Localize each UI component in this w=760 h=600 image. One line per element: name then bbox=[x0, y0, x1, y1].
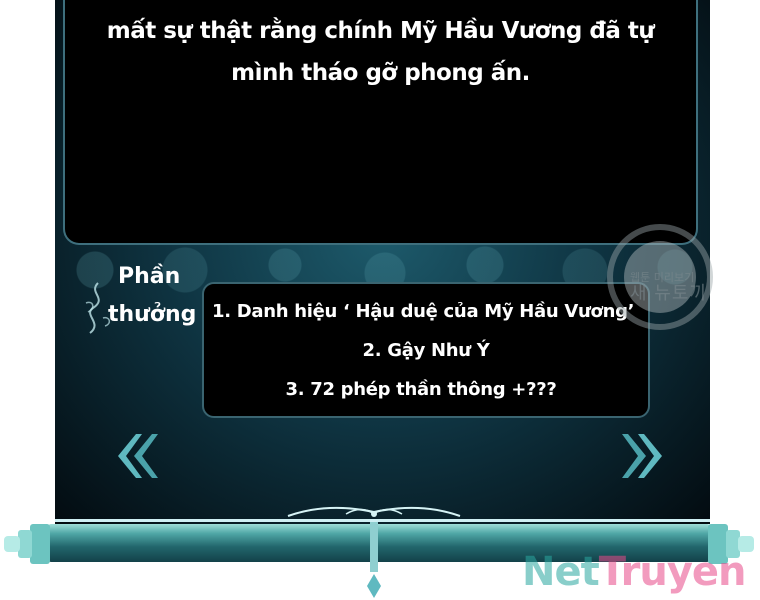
reward-title-line-2: thưởng bbox=[108, 302, 197, 327]
message-text: mất sự thật rằng chính Mỹ Hầu Vương đã t… bbox=[65, 10, 696, 94]
reward-box: 1. Danh hiệu ‘ Hậu duệ của Mỹ Hầu Vương’… bbox=[202, 282, 650, 418]
message-box: mất sự thật rằng chính Mỹ Hầu Vương đã t… bbox=[63, 0, 698, 245]
watermark-line-2: 새 뉴토끼 bbox=[630, 283, 707, 304]
reward-item-staff: 2. Gậy Như Ý bbox=[362, 340, 490, 361]
brand-part-1: Net bbox=[522, 549, 600, 595]
reward-title-line-1: Phần bbox=[118, 264, 181, 289]
double-chevron-left-icon[interactable] bbox=[114, 430, 158, 482]
scroll-hanger-icon bbox=[367, 522, 381, 598]
watermark-text: 웹툰 미리보기 새 뉴토끼 bbox=[630, 272, 707, 304]
message-line-1: mất sự thật rằng chính Mỹ Hầu Vương đã t… bbox=[106, 18, 655, 44]
reward-item-title: 1. Danh hiệu ‘ Hậu duệ của Mỹ Hầu Vương’ bbox=[212, 301, 635, 322]
reward-title: Phần thưởng bbox=[108, 258, 196, 334]
brand-logo: NetTruyen bbox=[522, 548, 747, 596]
double-chevron-right-icon[interactable] bbox=[622, 430, 666, 482]
scroll-bottom-line bbox=[55, 519, 710, 522]
message-line-2: mình tháo gỡ phong ấn. bbox=[231, 60, 530, 86]
roller-knob-left-icon bbox=[4, 524, 50, 564]
reward-item-transformations: 3. 72 phép thần thông +??? bbox=[285, 379, 557, 400]
brand-part-2: Truyen bbox=[598, 549, 747, 595]
